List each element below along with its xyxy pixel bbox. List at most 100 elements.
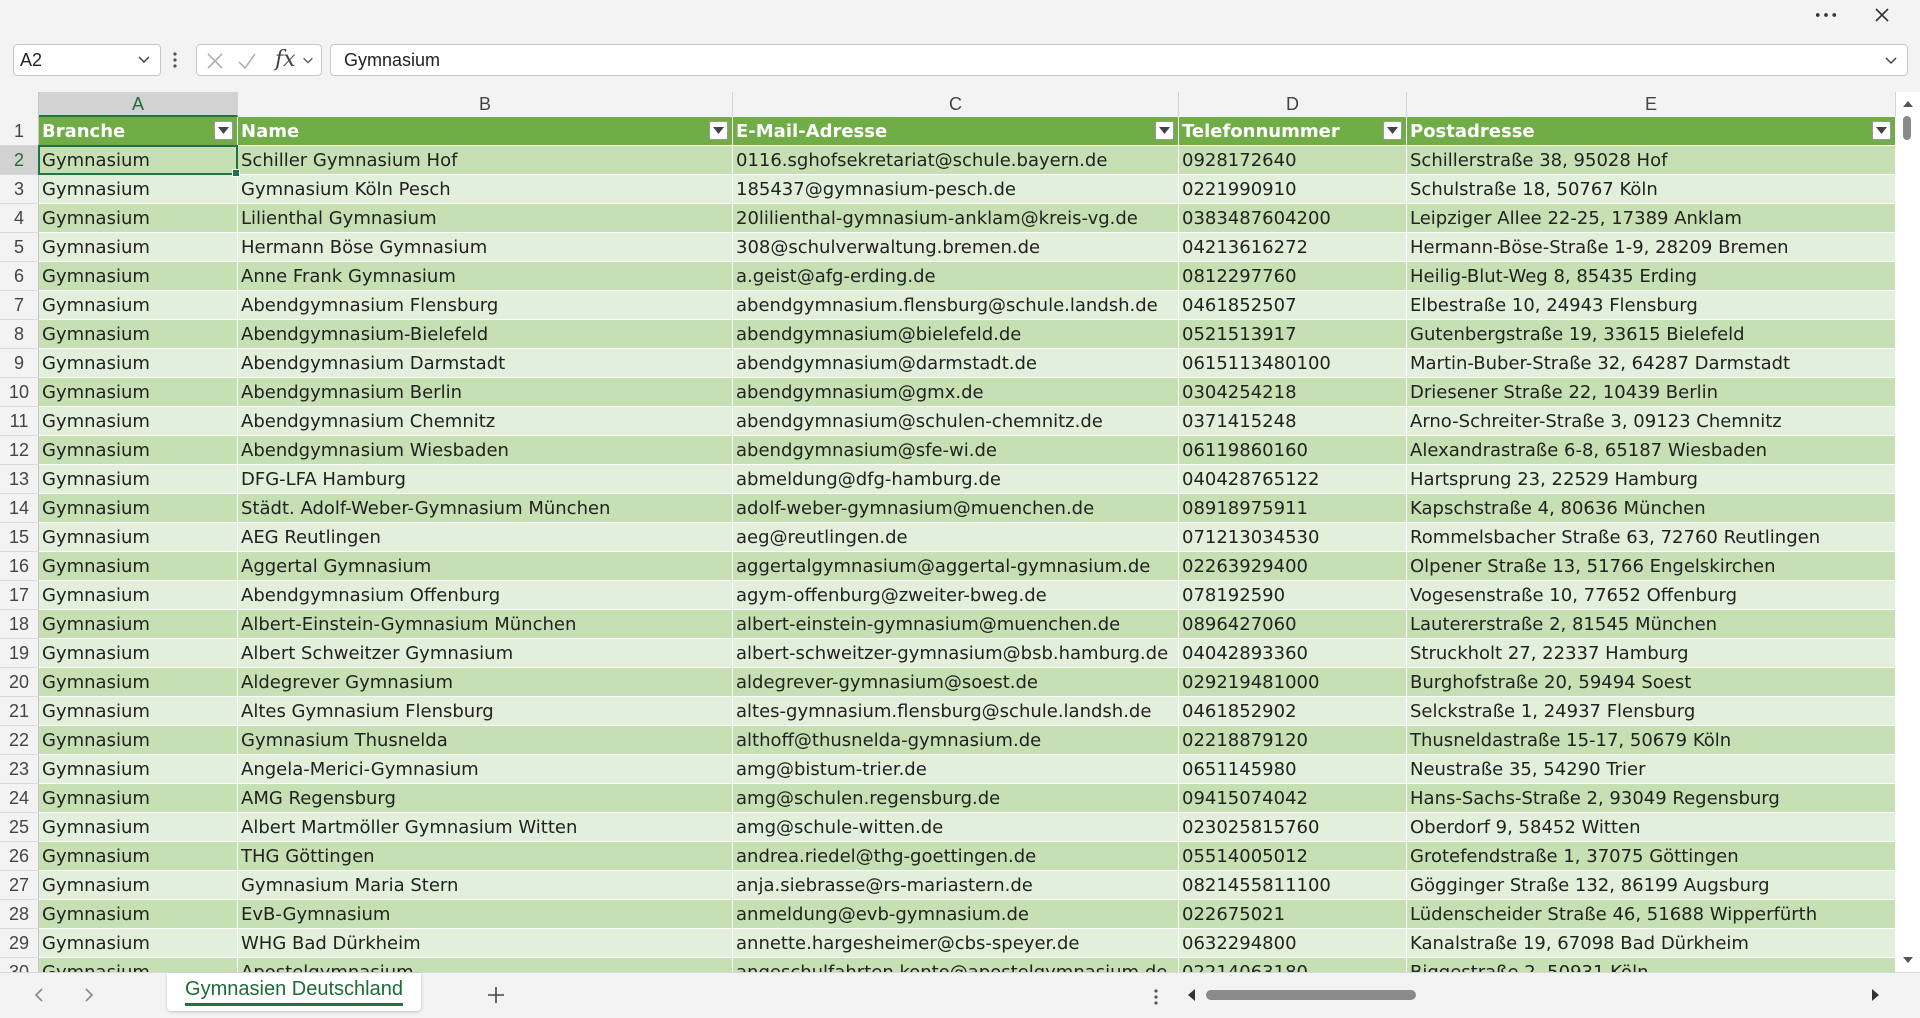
expand-formula-bar-icon[interactable] [1883, 52, 1899, 68]
spreadsheet-grid[interactable]: ABCDE 1 Branche Name E-Mail-Adresse Telefonn… [0, 92, 1896, 972]
cell-name[interactable]: Aggertal Gymnasium [238, 552, 733, 581]
row-number[interactable]: 1 [0, 117, 39, 146]
cell-branche[interactable]: Gymnasium [39, 581, 238, 610]
cell-branche[interactable]: Gymnasium [39, 204, 238, 233]
cell-branche[interactable]: Gymnasium [39, 407, 238, 436]
cell-branche[interactable]: Gymnasium [39, 436, 238, 465]
cell-address[interactable]: Biggestraße 2, 50931 Köln [1407, 958, 1896, 972]
header-cell-branche[interactable]: Branche [39, 117, 238, 146]
filter-dropdown-icon[interactable] [709, 121, 728, 140]
row-number[interactable]: 3 [0, 175, 39, 204]
chevron-down-icon[interactable] [136, 51, 152, 67]
cell-name[interactable]: WHG Bad Dürkheim [238, 929, 733, 958]
cell-phone[interactable]: 08918975911 [1179, 494, 1407, 523]
cell-address[interactable]: Hermann-Böse-Straße 1-9, 28209 Bremen [1407, 233, 1896, 262]
cell-address[interactable]: Elbestraße 10, 24943 Flensburg [1407, 291, 1896, 320]
chevron-down-icon[interactable] [301, 53, 315, 67]
cell-branche[interactable]: Gymnasium [39, 494, 238, 523]
scroll-right-icon[interactable] [1868, 987, 1882, 1003]
cell-email[interactable]: 0116.sghofsekretariat@schule.bayern.de [733, 146, 1179, 175]
cell-address[interactable]: Lautererstraße 2, 81545 München [1407, 610, 1896, 639]
cell-email[interactable]: 308@schulverwaltung.bremen.de [733, 233, 1179, 262]
row-number[interactable]: 26 [0, 842, 39, 871]
sheet-tab-active[interactable]: Gymnasien Deutschland [167, 973, 421, 1011]
cell-phone[interactable]: 0821455811100 [1179, 871, 1407, 900]
cell-email[interactable]: andrea.riedel@thg-goettingen.de [733, 842, 1179, 871]
cell-address[interactable]: Burghofstraße 20, 59494 Soest [1407, 668, 1896, 697]
cell-address[interactable]: Grotefendstraße 1, 37075 Göttingen [1407, 842, 1896, 871]
cell-branche[interactable]: Gymnasium [39, 726, 238, 755]
cell-phone[interactable]: 02218879120 [1179, 726, 1407, 755]
select-all-corner[interactable] [0, 92, 39, 117]
cell-branche[interactable]: Gymnasium [39, 465, 238, 494]
row-number[interactable]: 7 [0, 291, 39, 320]
column-header-a[interactable]: A [39, 92, 238, 117]
cell-name[interactable]: Anne Frank Gymnasium [238, 262, 733, 291]
cell-phone[interactable]: 0521513917 [1179, 320, 1407, 349]
cell-address[interactable]: Thusneldastraße 15-17, 50679 Köln [1407, 726, 1896, 755]
cell-email[interactable]: annette.hargesheimer@cbs-speyer.de [733, 929, 1179, 958]
row-number[interactable]: 10 [0, 378, 39, 407]
cell-name[interactable]: Abendgymnasium Chemnitz [238, 407, 733, 436]
cell-phone[interactable]: 0461852507 [1179, 291, 1407, 320]
cell-name[interactable]: Altes Gymnasium Flensburg [238, 697, 733, 726]
cell-email[interactable]: 20lilienthal-gymnasium-anklam@kreis-vg.d… [733, 204, 1179, 233]
row-number[interactable]: 29 [0, 929, 39, 958]
cell-phone[interactable]: 04213616272 [1179, 233, 1407, 262]
cell-email[interactable]: 185437@gymnasium-pesch.de [733, 175, 1179, 204]
cell-name[interactable]: Abendgymnasium Wiesbaden [238, 436, 733, 465]
row-number[interactable]: 20 [0, 668, 39, 697]
cell-address[interactable]: Struckholt 27, 22337 Hamburg [1407, 639, 1896, 668]
cell-name[interactable]: Angela-Merici-Gymnasium [238, 755, 733, 784]
cell-name[interactable]: Hermann Böse Gymnasium [238, 233, 733, 262]
cell-name[interactable]: Abendgymnasium Offenburg [238, 581, 733, 610]
cancel-icon[interactable] [205, 51, 225, 71]
formula-input[interactable]: Gymnasium [330, 44, 1908, 76]
cell-address[interactable]: Gutenbergstraße 19, 33615 Bielefeld [1407, 320, 1896, 349]
cell-email[interactable]: abendgymnasium@darmstadt.de [733, 349, 1179, 378]
cell-name[interactable]: Albert-Einstein-Gymnasium München [238, 610, 733, 639]
cell-phone[interactable]: 029219481000 [1179, 668, 1407, 697]
cell-branche[interactable]: Gymnasium [39, 784, 238, 813]
row-number[interactable]: 24 [0, 784, 39, 813]
filter-dropdown-icon[interactable] [1383, 121, 1402, 140]
cell-address[interactable]: Heilig-Blut-Weg 8, 85435 Erding [1407, 262, 1896, 291]
header-cell-address[interactable]: Postadresse [1407, 117, 1896, 146]
cell-email[interactable]: albert-schweitzer-gymnasium@bsb.hamburg.… [733, 639, 1179, 668]
row-number[interactable]: 18 [0, 610, 39, 639]
cell-address[interactable]: Schulstraße 18, 50767 Köln [1407, 175, 1896, 204]
cell-address[interactable]: Selckstraße 1, 24937 Flensburg [1407, 697, 1896, 726]
cell-email[interactable]: amg@schule-witten.de [733, 813, 1179, 842]
cell-email[interactable]: altes-gymnasium.flensburg@schule.landsh.… [733, 697, 1179, 726]
cell-address[interactable]: Oberdorf 9, 58452 Witten [1407, 813, 1896, 842]
cell-phone[interactable]: 0632294800 [1179, 929, 1407, 958]
cell-address[interactable]: Leipziger Allee 22-25, 17389 Anklam [1407, 204, 1896, 233]
scroll-down-icon[interactable] [1902, 954, 1914, 966]
cell-email[interactable]: adolf-weber-gymnasium@muenchen.de [733, 494, 1179, 523]
row-number[interactable]: 5 [0, 233, 39, 262]
cell-branche[interactable]: Gymnasium [39, 958, 238, 972]
cell-email[interactable]: abendgymnasium@sfe-wi.de [733, 436, 1179, 465]
row-number[interactable]: 30 [0, 958, 39, 972]
cell-name[interactable]: AMG Regensburg [238, 784, 733, 813]
cell-address[interactable]: Driesener Straße 22, 10439 Berlin [1407, 378, 1896, 407]
cell-phone[interactable]: 0896427060 [1179, 610, 1407, 639]
cell-branche[interactable]: Gymnasium [39, 146, 238, 175]
cell-phone[interactable]: 0812297760 [1179, 262, 1407, 291]
cell-name[interactable]: Albert Schweitzer Gymnasium [238, 639, 733, 668]
cell-name[interactable]: Abendgymnasium Darmstadt [238, 349, 733, 378]
cell-phone[interactable]: 0461852902 [1179, 697, 1407, 726]
row-number[interactable]: 15 [0, 523, 39, 552]
header-cell-name[interactable]: Name [238, 117, 733, 146]
cell-branche[interactable]: Gymnasium [39, 668, 238, 697]
cell-phone[interactable]: 04042893360 [1179, 639, 1407, 668]
cell-name[interactable]: Abendgymnasium Flensburg [238, 291, 733, 320]
cell-name[interactable]: Lilienthal Gymnasium [238, 204, 733, 233]
cell-email[interactable]: aeg@reutlingen.de [733, 523, 1179, 552]
filter-dropdown-icon[interactable] [214, 121, 233, 140]
cell-address[interactable]: Vogesenstraße 10, 77652 Offenburg [1407, 581, 1896, 610]
cell-name[interactable]: Aldegrever Gymnasium [238, 668, 733, 697]
cell-email[interactable]: albert-einstein-gymnasium@muenchen.de [733, 610, 1179, 639]
cell-address[interactable]: Hartsprung 23, 22529 Hamburg [1407, 465, 1896, 494]
cell-email[interactable]: abendgymnasium@bielefeld.de [733, 320, 1179, 349]
